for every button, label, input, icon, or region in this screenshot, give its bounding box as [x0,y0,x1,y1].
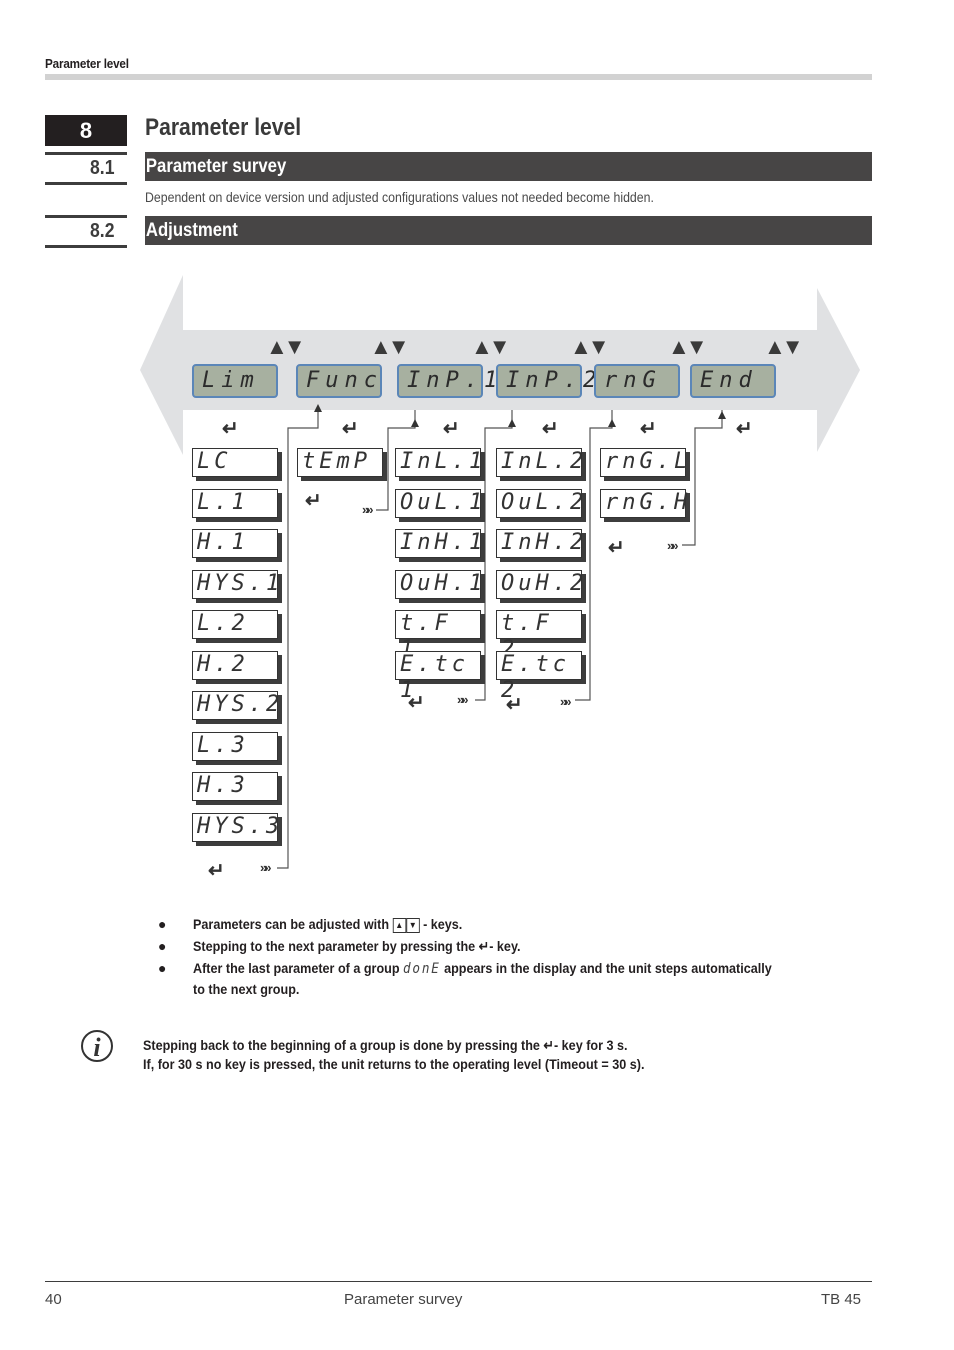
up-down-keys-icon: ▲▼ [668,334,708,359]
bullet-dot: ● [158,916,167,932]
page-number: 40 [45,1291,62,1308]
next-group-icon: »» [667,538,679,553]
connector-lines [277,410,723,869]
parameter-display: L.3 [192,731,278,761]
enter-key-icon: ↵ [443,418,460,440]
parameter-display: L.1 [192,488,278,518]
parameter-display: InH.2 [496,529,583,558]
enter-key-icon: ↵ [342,418,359,440]
bullet-step: ● Stepping to the next parameter by pres… [158,938,521,954]
next-group-icon: »» [457,692,469,707]
info-icon: i [81,1030,113,1062]
group-display-inp2: InP.2 [496,364,596,398]
connector-arrowheads [314,404,726,427]
forward-arrow-shape [817,288,860,452]
parameter-display: L.2 [192,610,278,639]
up-down-keys-icon: ▲▼ [471,334,511,359]
group-display-rng: rnG [594,364,680,398]
parameter-display: InL.2 [496,448,583,477]
parameter-display: E.tc 1 [395,650,481,703]
parameter-display: LC [192,448,278,477]
bullet-dot: ● [158,960,167,976]
up-down-keys-icon: ▲▼ [570,334,610,359]
parameter-display: OuL.1 [395,488,482,518]
parameter-display: HYS.1 [192,569,279,599]
done-display-text: donE [403,961,441,977]
enter-key-icon: ↵ [408,692,425,714]
parameter-display: InL.1 [395,448,482,477]
parameter-display: H.2 [192,650,278,680]
next-group-icon: »» [362,502,374,517]
parameter-display: t.F 1 [395,610,481,662]
next-group-icon: »» [560,694,572,709]
parameter-display: HYS.2 [192,691,279,720]
up-down-keys-icon: ▲▼ [764,334,804,359]
parameter-display: E.tc 2 [496,650,582,703]
enter-key-icon: ↵ [506,694,523,716]
enter-key-icon: ↵ [478,938,490,954]
enter-key-icon: ↵ [222,418,239,440]
footer-title: Parameter survey [344,1291,463,1308]
parameter-display: InH.1 [395,529,482,558]
instruction-list: ● Parameters can be adjusted with ▲ ▼ - k… [158,914,878,1001]
parameter-display: HYS.3 [192,812,279,842]
parameter-display: OuL.2 [496,488,583,518]
group-display-func: Func [296,364,382,398]
group-display-lim: Lim [192,364,278,398]
enter-key-icon: ↵ [640,418,657,440]
parameter-display: H.1 [192,529,278,558]
parameter-display: t.F 2 [496,610,582,662]
bullet-dot: ● [158,938,167,954]
enter-key-icon: ↵ [542,418,559,440]
down-key-icon: ▼ [406,917,420,933]
next-group-icon: »» [260,860,272,875]
info-note: Stepping back to the beginning of a grou… [143,1037,645,1072]
up-down-keys-icon: ▲▼ [266,334,306,359]
enter-key-icon: ↵ [608,537,625,559]
parameter-display: OuH.2 [496,569,583,599]
bullet-adjust: ● Parameters can be adjusted with ▲ ▼ - k… [158,916,463,933]
group-display-end: End [690,364,776,398]
back-arrow-shape [140,275,183,455]
document-id: TB 45 [821,1291,862,1308]
parameter-display: tEmP [297,448,383,477]
parameter-display: rnG.L [600,448,687,477]
enter-key-icon: ↵ [736,418,753,440]
parameter-display: OuH.1 [395,569,482,599]
up-key-icon: ▲ [392,917,407,933]
up-down-keys-icon: ▲▼ [370,334,410,359]
group-display-inp1: InP.1 [397,364,497,398]
bullet-done: ● After the last parameter of a group do… [158,960,772,997]
enter-key-icon: ↵ [305,490,322,512]
parameter-display: rnG.H [600,488,687,518]
footer-rule [45,1281,872,1282]
enter-key-icon: ↵ [208,860,225,882]
parameter-display: H.3 [192,772,278,801]
